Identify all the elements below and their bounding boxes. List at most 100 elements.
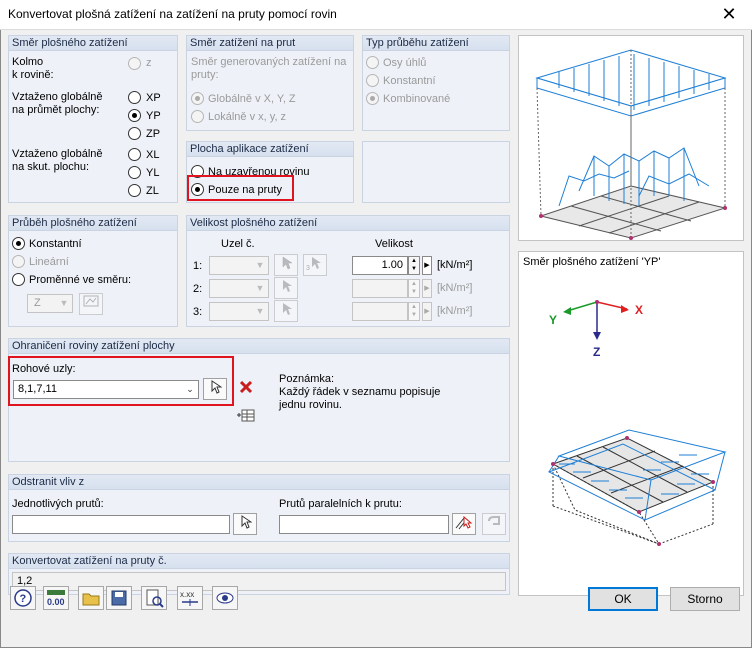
parallel-members-reset-button[interactable] — [482, 513, 506, 535]
view-button[interactable] — [212, 586, 238, 610]
radio-type-combined-label: Kombinované — [383, 93, 451, 105]
axis-z-label: Z — [593, 345, 600, 359]
true-area-label: Vztaženo globálně na skut. plochu: — [12, 148, 103, 173]
pick-cursor-icon — [282, 256, 293, 270]
row-3-node-select[interactable]: ▼ — [209, 302, 269, 321]
radio-zp[interactable] — [128, 127, 141, 140]
row-1-spinner[interactable]: ▲ ▼ — [408, 256, 420, 275]
projected-label: Vztaženo globálně na průmět plochy: — [12, 91, 103, 116]
row-2-spinner[interactable]: ▲ ▼ — [408, 279, 420, 298]
row-1-pick-button[interactable] — [274, 254, 298, 276]
radio-dist-linear-label: Lineární — [29, 256, 69, 268]
axis-y-label: Y — [549, 313, 557, 327]
preview-top-panel — [518, 35, 744, 241]
help-icon: ? — [14, 589, 32, 607]
svg-text:x.xx: x.xx — [180, 590, 194, 599]
radio-z[interactable] — [128, 57, 141, 70]
radio-local-xyz[interactable] — [191, 110, 204, 123]
axis-pick-button[interactable] — [79, 293, 103, 315]
radio-zl[interactable] — [128, 184, 141, 197]
delete-x-icon — [239, 380, 253, 394]
corner-nodes-highlight — [8, 356, 234, 406]
table-add-icon — [237, 409, 255, 422]
magnitude-group: Velikost plošného zatížení Uzel č. Velik… — [186, 215, 510, 327]
radio-zl-label: ZL — [146, 185, 159, 197]
variable-axis-value: Z — [34, 297, 41, 309]
area-distribution-group: Průběh plošného zatížení Konstantní Line… — [8, 215, 178, 327]
parallel-members-label: Prutů paralelních k prutu: — [279, 498, 402, 510]
row-2-menu-arrow[interactable]: ▶ — [422, 279, 432, 298]
document-magnifier-icon — [146, 589, 164, 608]
member-direction-desc: Směr generovaných zatížení na pruty: — [191, 56, 347, 81]
magnitude-header: Velikost — [375, 238, 413, 250]
radio-global-xyz[interactable] — [191, 92, 204, 105]
note-label: Poznámka: — [279, 373, 335, 385]
variable-axis-select[interactable]: Z ▼ — [27, 294, 73, 313]
eye-icon — [216, 592, 234, 604]
add-table-row-button[interactable] — [234, 406, 258, 428]
svg-text:?: ? — [20, 593, 27, 605]
radio-dist-constant[interactable] — [12, 237, 25, 250]
row-3-menu-arrow[interactable]: ▶ — [422, 302, 432, 321]
row-1-multi-pick-button[interactable]: 3 — [303, 254, 327, 276]
radio-xp[interactable] — [128, 91, 141, 104]
area-distribution-title: Průběh plošného zatížení — [9, 216, 177, 231]
undo-icon — [488, 516, 500, 525]
distribution-type-title: Typ průběhu zatížení — [363, 36, 509, 51]
row-3-pick-button[interactable] — [274, 300, 298, 322]
radio-yp[interactable] — [128, 109, 141, 122]
row-2-pick-button[interactable] — [274, 277, 298, 299]
save-button[interactable] — [106, 586, 132, 610]
radio-xl[interactable] — [128, 148, 141, 161]
units-decimal-icon: 0.00 — [47, 590, 65, 607]
units-button[interactable]: 0.00 — [43, 586, 69, 610]
radio-dist-variable[interactable] — [12, 273, 25, 286]
parallel-members-pick-button[interactable] — [452, 513, 476, 535]
empty-group — [362, 141, 510, 203]
pick-cursor-icon — [283, 280, 292, 292]
radio-yl[interactable] — [128, 166, 141, 179]
print-preview-button[interactable] — [141, 586, 167, 610]
direction-group: Směr plošného zatížení Kolmo k rovině: z… — [8, 35, 178, 203]
number-format-icon: x.xx — [180, 590, 198, 606]
pick-parallel-icon — [455, 515, 473, 530]
row-1-value-input[interactable]: 1.00 — [352, 256, 408, 275]
window-title: Konvertovat plošná zatížení na zatížení … — [8, 7, 337, 21]
application-title: Plocha aplikace zatížení — [187, 142, 353, 157]
row-1-label: 1: — [193, 260, 203, 272]
radio-axes-angle[interactable] — [366, 56, 379, 69]
kolmo-label: Kolmo k rovině: — [12, 56, 54, 81]
radio-type-constant[interactable] — [366, 74, 379, 87]
cancel-button[interactable]: Storno — [670, 587, 740, 611]
individual-members-input[interactable] — [12, 515, 230, 534]
row-2-node-select[interactable]: ▼ — [209, 279, 269, 298]
radio-type-combined[interactable] — [366, 92, 379, 105]
row-3-value-input[interactable] — [352, 302, 408, 321]
row-3-spinner[interactable]: ▲ ▼ — [408, 302, 420, 321]
ok-button[interactable]: OK — [588, 587, 658, 611]
floppy-icon — [111, 590, 127, 606]
radio-dist-linear[interactable] — [12, 255, 25, 268]
remove-z-title: Odstranit vliv z — [9, 475, 509, 490]
delete-row-button[interactable] — [234, 378, 258, 400]
radio-yl-label: YL — [146, 167, 160, 179]
remove-z-group: Odstranit vliv z Jednotlivých prutů: Pru… — [8, 474, 510, 542]
radio-dist-constant-label: Konstantní — [29, 238, 82, 250]
radio-zp-label: ZP — [146, 128, 161, 140]
open-button[interactable] — [78, 586, 104, 610]
precision-button[interactable]: x.xx — [177, 586, 203, 610]
row-1-menu-arrow[interactable]: ▶ — [422, 256, 432, 275]
row-2-value-input[interactable] — [352, 279, 408, 298]
close-icon[interactable]: ✕ — [706, 0, 752, 30]
row-1-node-select[interactable]: ▼ — [209, 256, 269, 275]
individual-members-pick-button[interactable] — [233, 513, 257, 535]
pick-cursor-icon — [283, 303, 292, 315]
parallel-members-input[interactable] — [279, 515, 449, 534]
chevron-down-icon: ▼ — [59, 298, 69, 308]
help-button[interactable]: ? — [10, 586, 36, 610]
node-header: Uzel č. — [221, 238, 255, 250]
direction-group-title: Směr plošného zatížení — [9, 36, 177, 51]
axis-x-label: X — [635, 303, 643, 317]
magnitude-title: Velikost plošného zatížení — [187, 216, 509, 231]
radio-xp-label: XP — [146, 92, 161, 104]
